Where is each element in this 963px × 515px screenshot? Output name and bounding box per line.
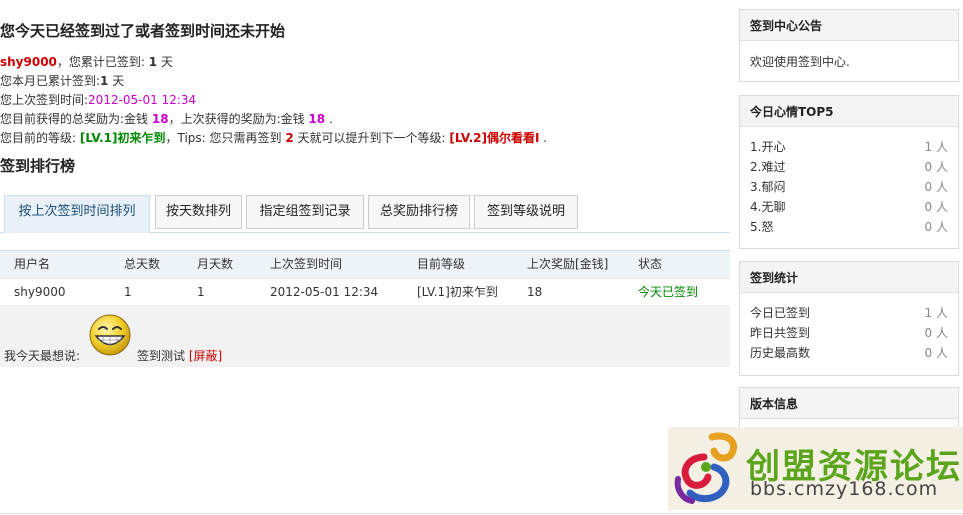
list-item: 5.怒 0 人	[750, 220, 948, 234]
total-days: 1	[148, 55, 158, 69]
last-signin-time: 2012-05-01 12:34	[88, 93, 197, 107]
table-row: shy9000 1 1 2012-05-01 12:34 [LV.1]初来乍到 …	[0, 278, 730, 304]
list-item: 2.难过 0 人	[750, 160, 948, 174]
list-item: 历史最高数 0 人	[750, 346, 948, 360]
tab-group-records[interactable]: 指定组签到记录	[246, 195, 364, 229]
mood-top5-list: 1.开心 1 人 2.难过 0 人 3.郁闷 0 人 4.无聊 0 人 5.怒 0 人	[740, 127, 958, 243]
col-level: 目前等级	[417, 257, 466, 271]
col-username: 用户名	[14, 257, 51, 271]
forum-logo-icon	[674, 432, 737, 504]
col-total-days: 总天数	[124, 257, 161, 271]
tab-by-days[interactable]: 按天数排列	[155, 195, 242, 229]
ranking-tabs: 按上次签到时间排列 按天数排列 指定组签到记录 总奖励排行榜 签到等级说明	[0, 195, 730, 233]
list-item: 3.郁闷 0 人	[750, 180, 948, 194]
ranking-table: 用户名 总天数 月天数 上次签到时间 目前等级 上次奖励[金钱] 状态 shy9…	[0, 250, 730, 304]
signin-stats-list: 今日已签到 1 人 昨日共签到 0 人 历史最高数 0 人	[740, 293, 958, 369]
status-line-level: 您目前的等级: [LV.1]初来乍到，Tips: 您只需再签到 2 天就可以提升…	[0, 131, 548, 145]
list-item: 4.无聊 0 人	[750, 200, 948, 214]
notice-box: 签到中心公告 欢迎使用签到中心.	[739, 9, 959, 82]
status-line-last-time: 您上次签到时间:2012-05-01 12:34	[0, 93, 197, 107]
col-last-reward: 上次奖励[金钱]	[527, 257, 609, 271]
tab-by-last-signin[interactable]: 按上次签到时间排列	[4, 195, 150, 233]
watermark: 创盟资源论坛 bbs.cmzy168.com	[668, 427, 963, 510]
col-status: 状态	[638, 257, 663, 271]
row-last-reward: 18	[527, 285, 543, 299]
row-last-signin: 2012-05-01 12:34	[270, 285, 379, 299]
col-month-days: 月天数	[197, 257, 234, 271]
status-line-total: shy9000，您累计已签到: 1 天	[0, 55, 173, 69]
col-last-signin: 上次签到时间	[270, 257, 343, 271]
last-reward: 18	[308, 112, 326, 126]
status-info: shy9000，您累计已签到: 1 天 您本月已累计签到:1 天 您上次签到时间…	[0, 53, 547, 148]
row-status: 今天已签到	[638, 285, 699, 299]
list-item: 今日已签到 1 人	[750, 306, 948, 320]
table-header: 用户名 总天数 月天数 上次签到时间 目前等级 上次奖励[金钱] 状态	[0, 250, 730, 278]
block-link[interactable]: [屏蔽]	[189, 349, 222, 363]
status-title: 您今天已经签到过了或者签到时间还未开始	[0, 22, 286, 40]
list-item: 昨日共签到 0 人	[750, 326, 948, 340]
list-item: 1.开心 1 人	[750, 140, 948, 154]
next-level: [LV.2]偶尔看看I	[449, 131, 540, 145]
mood-row: 我今天最想说: 签到测试 [屏蔽]	[0, 305, 730, 367]
row-username[interactable]: shy9000	[14, 279, 66, 305]
tab-total-reward-ranking[interactable]: 总奖励排行榜	[368, 195, 470, 229]
row-month-days: 1	[197, 285, 205, 299]
days-needed: 2	[285, 131, 294, 145]
mood-label: 我今天最想说:	[4, 349, 81, 363]
row-level: [LV.1]初来乍到	[417, 285, 498, 299]
tab-level-description[interactable]: 签到等级说明	[474, 195, 578, 229]
grinning-smiley-icon	[89, 314, 131, 356]
notice-title: 签到中心公告	[740, 10, 958, 41]
username-link[interactable]: shy9000	[0, 55, 57, 69]
version-title: 版本信息	[740, 388, 958, 419]
watermark-url: bbs.cmzy168.com	[750, 478, 939, 500]
signin-stats-box: 签到统计 今日已签到 1 人 昨日共签到 0 人 历史最高数 0 人	[739, 261, 959, 376]
mood-top5-box: 今日心情TOP5 1.开心 1 人 2.难过 0 人 3.郁闷 0 人 4.无聊 0 人…	[739, 95, 959, 249]
signin-stats-title: 签到统计	[740, 262, 958, 293]
current-level: [LV.1]初来乍到	[79, 131, 166, 145]
bottom-divider	[0, 513, 963, 514]
mood-top5-title: 今日心情TOP5	[740, 96, 958, 127]
ranking-title: 签到排行榜	[0, 157, 76, 175]
mood-text: 签到测试 [屏蔽]	[137, 349, 223, 363]
row-total-days: 1	[124, 285, 132, 299]
status-line-reward: 您目前获得的总奖励为:金钱 18，上次获得的奖励为:金钱 18 .	[0, 112, 333, 126]
notice-text: 欢迎使用签到中心.	[750, 55, 850, 69]
total-reward: 18	[151, 112, 169, 126]
status-line-month: 您本月已累计签到:1 天	[0, 74, 125, 88]
